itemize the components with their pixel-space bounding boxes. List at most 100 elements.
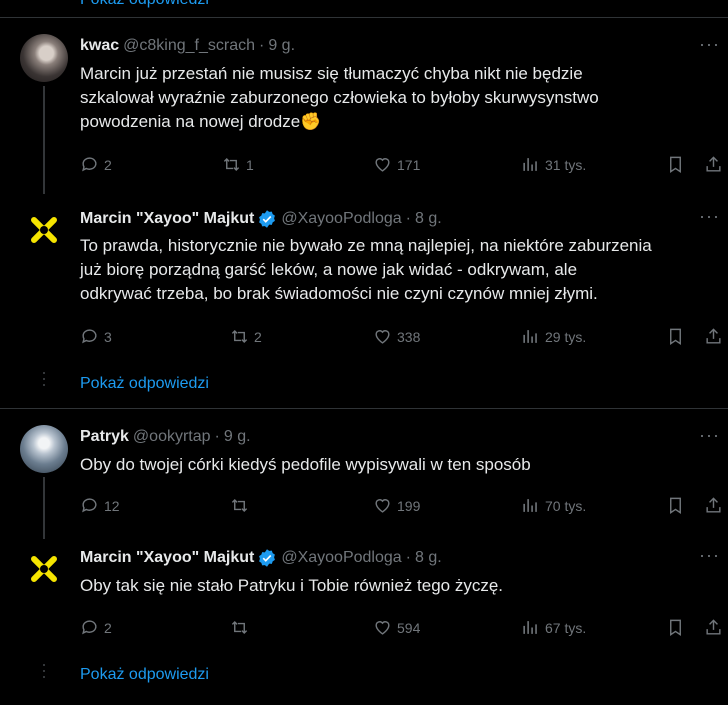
share-button[interactable] bbox=[704, 496, 728, 515]
reply-count: 2 bbox=[104, 156, 112, 173]
separator-dot: · bbox=[405, 549, 411, 566]
tweet-text-line: odkrywać trzeba, bo brak świadomości nie… bbox=[80, 284, 598, 303]
more-options-icon[interactable]: ··· bbox=[699, 206, 720, 227]
tweet-text-line: Oby do twojej córki kiedyś pedofile wypi… bbox=[80, 455, 531, 474]
repost-count: 1 bbox=[246, 156, 254, 173]
separator-dot: · bbox=[214, 428, 220, 445]
more-options-icon[interactable]: ··· bbox=[699, 34, 720, 55]
share-icon bbox=[706, 156, 721, 172]
views-count: 67 tys. bbox=[545, 619, 587, 636]
heart-icon bbox=[375, 330, 390, 344]
avatar-xayoo[interactable] bbox=[20, 206, 68, 254]
share-button[interactable] bbox=[704, 327, 728, 346]
repost-button[interactable]: 2 bbox=[230, 327, 262, 346]
views-icon bbox=[523, 158, 537, 171]
like-count: 171 bbox=[397, 156, 421, 173]
like-button[interactable]: 171 bbox=[373, 155, 420, 174]
more-options-icon[interactable]: ··· bbox=[699, 425, 720, 446]
verified-badge-icon[interactable] bbox=[257, 209, 277, 229]
reply-button[interactable]: 12 bbox=[80, 496, 120, 515]
thread-connector bbox=[43, 477, 45, 539]
bookmark-icon bbox=[670, 156, 681, 173]
tweet-text-line: To prawda, historycznie nie bywało ze mn… bbox=[80, 236, 652, 255]
views-button[interactable]: 70 tys. bbox=[521, 496, 586, 515]
reply-count: 2 bbox=[104, 619, 112, 636]
reply-button[interactable]: 2 bbox=[80, 155, 112, 174]
bookmark-icon bbox=[670, 497, 681, 514]
xayoo-logo-icon bbox=[31, 217, 57, 243]
repost-count: 2 bbox=[254, 328, 262, 345]
like-count: 338 bbox=[397, 328, 421, 345]
repost-icon bbox=[231, 620, 248, 635]
divider bbox=[0, 408, 728, 409]
views-button[interactable]: 67 tys. bbox=[521, 618, 586, 637]
show-replies-link[interactable]: Pokaż odpowiedzi bbox=[80, 666, 209, 684]
timestamp[interactable]: 9 g. bbox=[224, 428, 251, 446]
avatar-kwac[interactable] bbox=[20, 34, 68, 82]
bookmark-button[interactable] bbox=[666, 618, 690, 637]
repost-button[interactable] bbox=[230, 496, 254, 515]
share-icon bbox=[706, 619, 721, 635]
author-name[interactable]: Marcin "Xayoo" Majkut bbox=[80, 549, 254, 567]
show-replies-link[interactable]: Pokaż odpowiedzi bbox=[80, 0, 209, 9]
repost-button[interactable]: 1 bbox=[222, 155, 254, 174]
tweet-header: Marcin "Xayoo" Majkut @XayooPodloga · 8 … bbox=[80, 548, 442, 568]
views-icon bbox=[523, 499, 537, 512]
reply-icon bbox=[82, 620, 97, 635]
author-handle[interactable]: @XayooPodloga bbox=[281, 549, 401, 567]
reply-icon bbox=[82, 329, 97, 344]
bookmark-button[interactable] bbox=[666, 155, 690, 174]
bookmark-button[interactable] bbox=[666, 327, 690, 346]
share-button[interactable] bbox=[704, 155, 728, 174]
reply-button[interactable]: 3 bbox=[80, 327, 112, 346]
heart-icon bbox=[375, 621, 390, 635]
heart-icon bbox=[375, 499, 390, 513]
reply-button[interactable]: 2 bbox=[80, 618, 112, 637]
views-button[interactable]: 31 tys. bbox=[521, 155, 586, 174]
reply-icon bbox=[82, 157, 97, 172]
avatar-patryk[interactable] bbox=[20, 425, 68, 473]
author-name[interactable]: Marcin "Xayoo" Majkut bbox=[80, 210, 254, 228]
bookmark-button[interactable] bbox=[666, 496, 690, 515]
like-button[interactable]: 199 bbox=[373, 496, 420, 515]
repost-button[interactable] bbox=[230, 618, 254, 637]
author-handle[interactable]: @XayooPodloga bbox=[281, 210, 401, 228]
author-handle[interactable]: @ookyrtap bbox=[133, 428, 211, 446]
timestamp[interactable]: 8 g. bbox=[415, 210, 442, 228]
separator-dot: · bbox=[405, 210, 411, 227]
views-icon bbox=[523, 621, 537, 634]
tweet-header: kwac @c8king_f_scrach · 9 g. bbox=[80, 37, 295, 55]
tweet-header: Marcin "Xayoo" Majkut @XayooPodloga · 8 … bbox=[80, 209, 442, 229]
author-name[interactable]: Patryk bbox=[80, 428, 129, 446]
share-button[interactable] bbox=[704, 618, 728, 637]
separator-dot: · bbox=[259, 37, 265, 54]
thread-dots bbox=[43, 372, 45, 390]
avatar-xayoo[interactable] bbox=[20, 545, 68, 593]
tweet-text-line: Oby tak się nie stało Patryku i Tobie ró… bbox=[80, 576, 503, 595]
share-icon bbox=[706, 328, 721, 344]
views-button[interactable]: 29 tys. bbox=[521, 327, 586, 346]
like-count: 199 bbox=[397, 497, 421, 514]
tweet-text: Oby tak się nie stało Patryku i Tobie ró… bbox=[80, 574, 720, 598]
tweet-text-line: już biorę porządną garść leków, a nowe j… bbox=[80, 260, 578, 279]
views-count: 31 tys. bbox=[545, 156, 587, 173]
timestamp[interactable]: 8 g. bbox=[415, 549, 442, 567]
reply-count: 12 bbox=[104, 497, 120, 514]
tweet-header: Patryk @ookyrtap · 9 g. bbox=[80, 428, 251, 446]
verified-badge-icon[interactable] bbox=[257, 548, 277, 568]
like-count: 594 bbox=[397, 619, 421, 636]
views-count: 29 tys. bbox=[545, 328, 587, 345]
show-replies-link[interactable]: Pokaż odpowiedzi bbox=[80, 375, 209, 393]
author-handle[interactable]: @c8king_f_scrach bbox=[123, 37, 255, 55]
author-name[interactable]: kwac bbox=[80, 37, 119, 55]
divider bbox=[0, 17, 728, 18]
thread-connector bbox=[43, 86, 45, 194]
like-button[interactable]: 338 bbox=[373, 327, 420, 346]
timestamp[interactable]: 9 g. bbox=[268, 37, 295, 55]
share-icon bbox=[706, 497, 721, 513]
more-options-icon[interactable]: ··· bbox=[699, 545, 720, 566]
tweet-text-line: powodzenia na nowej drodze✊ bbox=[80, 112, 322, 131]
tweet-text-line: szkalował wyraźnie zaburzonego człowieka… bbox=[80, 88, 599, 107]
like-button[interactable]: 594 bbox=[373, 618, 420, 637]
xayoo-logo-icon bbox=[31, 556, 57, 582]
